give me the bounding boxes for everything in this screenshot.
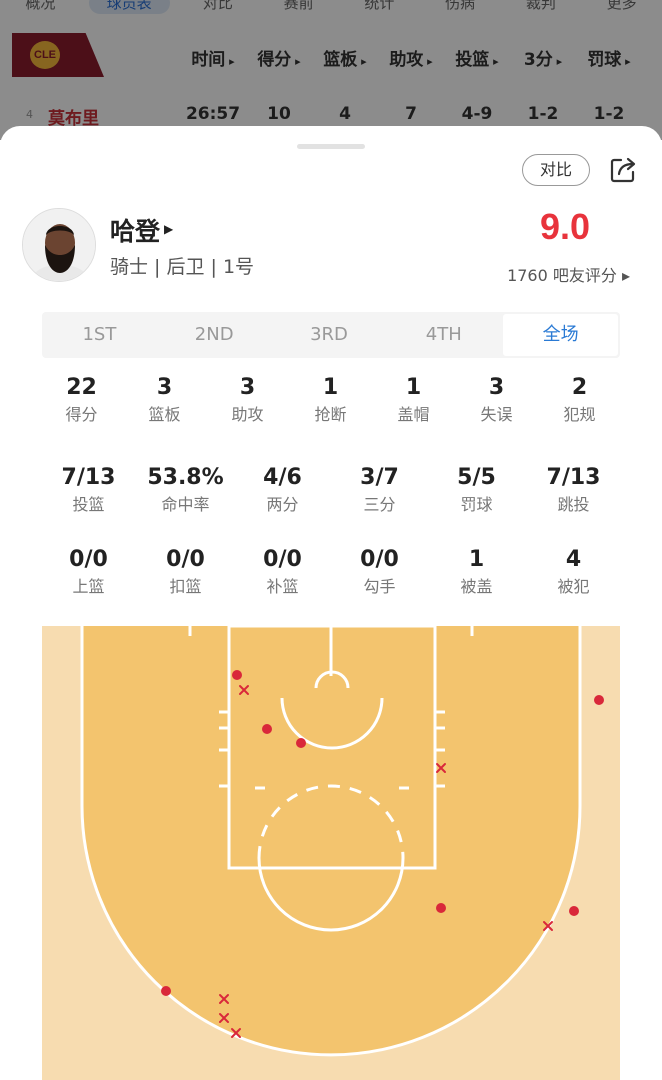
stat-label: 助攻 [231,405,264,424]
stat-label: 盖帽 [397,405,430,424]
stat-value: 3 [239,375,256,400]
shot-made [296,738,306,748]
stat-value: 0/0 [263,547,302,572]
stat-value: 7/13 [546,465,601,490]
stat-value: 2 [571,375,588,400]
player-photo [23,209,95,281]
shot-made [232,670,242,680]
stat-label: 抢断 [314,405,347,424]
stat-label: 补篮 [266,577,299,596]
stat-value: 4/6 [263,465,302,490]
stat-label: 得分 [65,405,98,424]
player-rating: 9.0 [539,206,590,247]
stat-value: 3 [156,375,173,400]
stat-ft: 5/5 罚球 [428,462,525,516]
stat-label: 投篮 [72,495,105,514]
shot-made [594,695,604,705]
stat-value: 5/5 [457,465,496,490]
stat-points: 22 得分 [40,372,123,426]
stat-value: 53.8% [147,465,224,490]
tab-3rd[interactable]: 3RD [272,312,387,358]
stat-jumpers: 7/13 跳投 [525,462,622,516]
stat-label: 两分 [266,495,299,514]
stats-row-shot-types: 0/0 上篮 0/0 扣篮 0/0 补篮 0/0 勾手 1 被盖 4 被犯 [40,544,622,598]
stat-label: 上篮 [72,577,105,596]
stat-label: 勾手 [363,577,396,596]
stat-blocked: 1 被盖 [428,544,525,598]
stat-fg: 7/13 投篮 [40,462,137,516]
stat-label: 扣篮 [169,577,202,596]
stats-row-shooting: 7/13 投篮 53.8% 命中率 4/6 两分 3/7 三分 5/5 罚球 7/13 跳投 [40,462,622,516]
stat-label: 犯规 [563,405,596,424]
stat-turnovers: 3 失误 [455,372,538,426]
stat-value: 4 [565,547,582,572]
tab-1st[interactable]: 1ST [42,312,157,358]
drag-handle[interactable] [297,144,365,149]
stat-label: 跳投 [557,495,590,514]
stat-value: 0/0 [360,547,399,572]
stat-blocks: 1 盖帽 [372,372,455,426]
tab-2nd[interactable]: 2ND [157,312,272,358]
stat-steals: 1 抢断 [289,372,372,426]
shot-chart [42,626,620,1080]
stats-row-basic: 22 得分 3 篮板 3 助攻 1 抢断 1 盖帽 3 失误 2 犯规 [40,372,622,426]
shot-made [569,906,579,916]
player-profile-arrow-icon[interactable]: ▶ [164,222,173,236]
stat-layups: 0/0 上篮 [40,544,137,598]
stat-value: 1 [468,547,485,572]
shot-made [436,903,446,913]
stat-value: 3/7 [360,465,399,490]
shot-made [161,986,171,996]
stat-rebounds: 3 篮板 [123,372,206,426]
stat-fouls: 2 犯规 [538,372,621,426]
stat-value: 7/13 [61,465,116,490]
stat-label: 罚球 [460,495,493,514]
stat-fg-pct: 53.8% 命中率 [137,462,234,516]
stat-hooks: 0/0 勾手 [331,544,428,598]
compare-button[interactable]: 对比 [522,154,590,186]
stat-label: 失误 [480,405,513,424]
stat-value: 0/0 [69,547,108,572]
stat-putbacks: 0/0 补篮 [234,544,331,598]
stat-dunks: 0/0 扣篮 [137,544,234,598]
rating-count-link[interactable]: 1760 吧友评分 ▸ [507,262,630,286]
stat-label: 三分 [363,495,396,514]
tab-full-game[interactable]: 全场 [503,314,618,356]
shot-made [262,724,272,734]
stat-3pt: 3/7 三分 [331,462,428,516]
player-meta: 骑士 | 后卫 | 1号 [110,256,255,278]
player-detail-sheet: 对比 哈登 ▶ 骑士 | 后卫 | 1号 9.0 1760 吧友评分 ▸ 1ST… [0,126,662,1080]
stat-fouled: 4 被犯 [525,544,622,598]
stat-label: 被盖 [460,577,493,596]
modal-overlay[interactable] [0,0,662,140]
stat-label: 篮板 [148,405,181,424]
stat-2pt: 4/6 两分 [234,462,331,516]
player-name[interactable]: 哈登 [110,212,160,248]
tab-4th[interactable]: 4TH [386,312,501,358]
stat-value: 1 [322,375,339,400]
stat-value: 1 [405,375,422,400]
stat-value: 22 [66,375,97,400]
stat-value: 0/0 [166,547,205,572]
stat-assists: 3 助攻 [206,372,289,426]
period-tabs: 1ST 2ND 3RD 4TH 全场 [42,312,620,358]
share-icon[interactable] [607,154,639,186]
stat-label: 命中率 [161,495,210,514]
stat-label: 被犯 [557,577,590,596]
stat-value: 3 [488,375,505,400]
avatar [22,208,96,282]
